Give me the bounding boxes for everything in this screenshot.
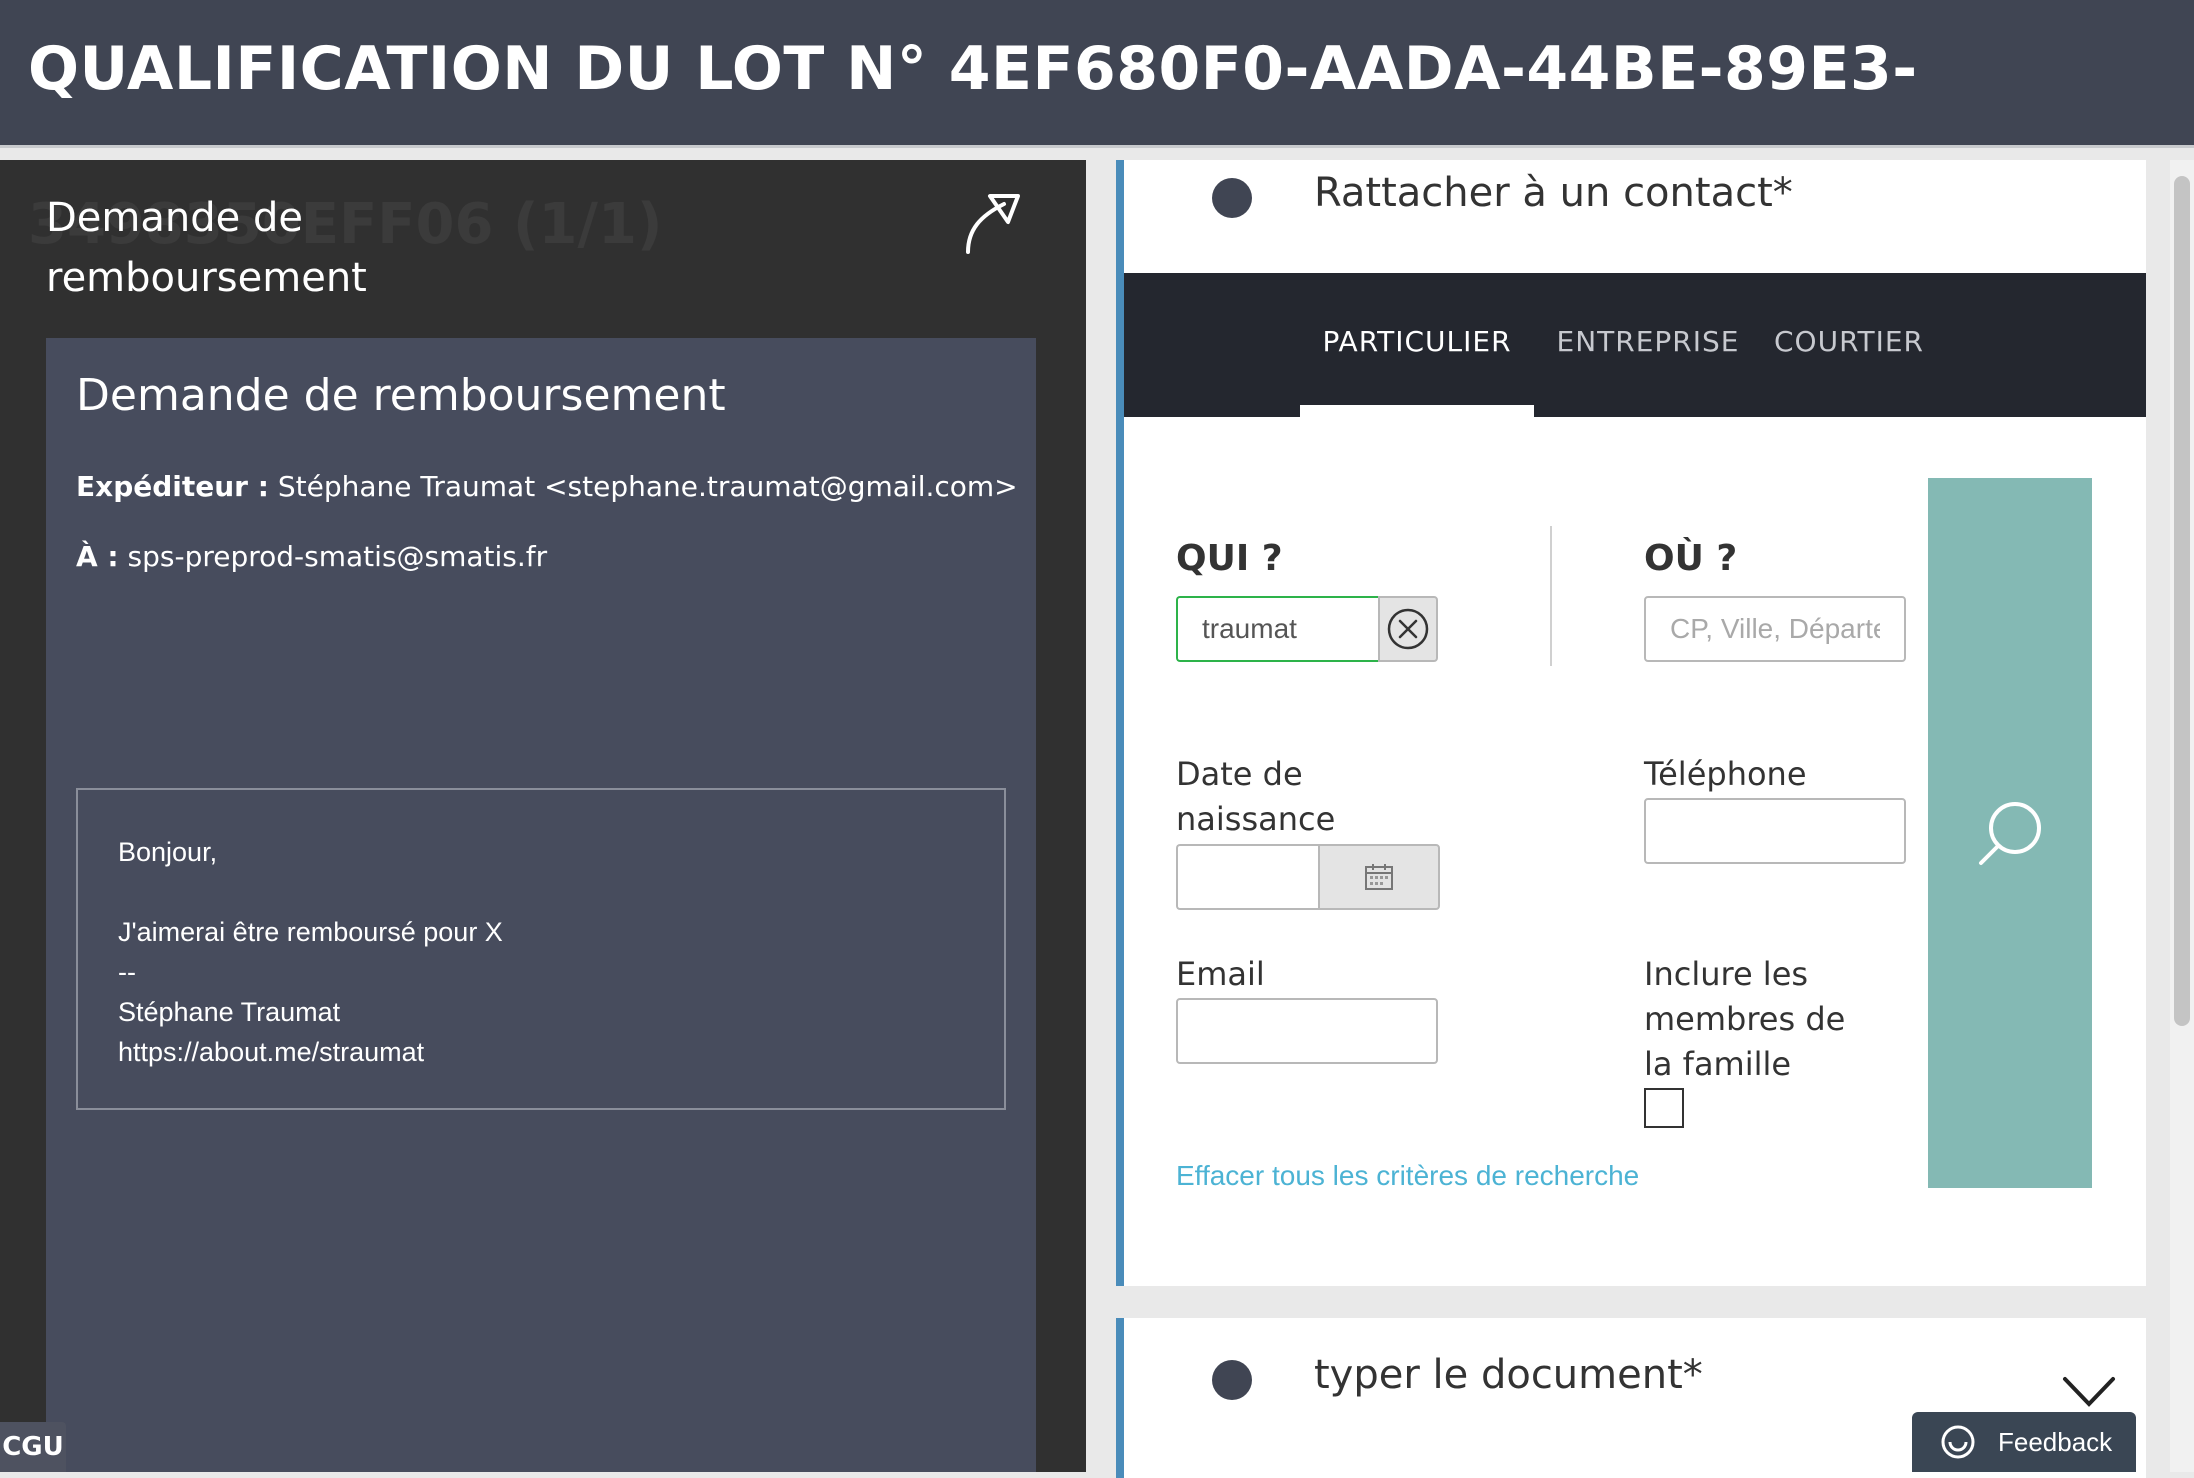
chevron-down-icon[interactable]: [2062, 1376, 2116, 1408]
birthdate-label-line: Date de: [1176, 755, 1303, 793]
contact-type-tabs: PARTICULIER ENTREPRISE COURTIER: [1124, 273, 2146, 417]
arrow-up-right-icon[interactable]: [962, 190, 1024, 256]
search-icon: [1979, 802, 2041, 865]
location-input[interactable]: [1644, 596, 1906, 662]
close-circle-icon: [1387, 608, 1429, 650]
tab-entreprise[interactable]: ENTREPRISE: [1548, 273, 1748, 417]
family-label: Inclure les membres de la famille: [1644, 952, 1845, 1087]
email-body-line: Stéphane Traumat: [118, 997, 341, 1027]
email-body-line: --: [118, 957, 136, 987]
step-indicator: [1212, 178, 1252, 218]
phone-input[interactable]: [1644, 798, 1906, 864]
email-body-line: [118, 872, 964, 912]
scrollbar-thumb[interactable]: [2174, 176, 2190, 1026]
cgu-link[interactable]: CGU: [0, 1422, 66, 1472]
page-title: QUALIFICATION DU LOT N° 4EF680F0-AADA-44…: [28, 34, 1918, 104]
email-label: Email: [1176, 955, 1265, 993]
sender-label: Expéditeur :: [76, 470, 269, 503]
sender-value: Stéphane Traumat <stephane.traumat@gmail…: [277, 470, 1018, 503]
document-title-line: Demande de: [46, 195, 303, 241]
email-body: Bonjour, J'aimerai être remboursé pour X…: [76, 788, 1006, 1110]
family-label-line: membres de: [1644, 1000, 1846, 1038]
email-recipient: À : sps-preprod-smatis@smatis.fr: [76, 540, 547, 573]
search-button[interactable]: [1928, 478, 2092, 1188]
email-subject: Demande de remboursement: [76, 370, 726, 421]
birthdate-input[interactable]: [1176, 844, 1318, 910]
step-indicator: [1212, 1360, 1252, 1400]
email-sender: Expéditeur : Stéphane Traumat <stephane.…: [76, 470, 1018, 503]
family-label-line: la famille: [1644, 1045, 1792, 1083]
calendar-icon: [1365, 864, 1393, 890]
page-header: QUALIFICATION DU LOT N° 4EF680F0-AADA-44…: [0, 0, 2194, 148]
clear-qui-button[interactable]: [1378, 596, 1438, 662]
feedback-label: Feedback: [1998, 1426, 2113, 1457]
email-body-line: J'aimerai être remboursé pour X: [118, 917, 503, 947]
phone-label: Téléphone: [1644, 755, 1807, 793]
birthdate-label-line: naissance: [1176, 800, 1336, 838]
tab-particulier[interactable]: PARTICULIER: [1300, 273, 1534, 417]
contact-step-title: Rattacher à un contact*: [1314, 170, 1793, 216]
email-body-line: Bonjour,: [118, 837, 218, 867]
feedback-button[interactable]: Feedback: [1912, 1412, 2136, 1472]
family-label-line: Inclure les: [1644, 955, 1809, 993]
email-body-line: https://about.me/straumat: [118, 1037, 425, 1067]
ou-label: OÙ ?: [1644, 538, 1738, 579]
recipient-value: sps-preprod-smatis@smatis.fr: [127, 540, 548, 573]
document-title-line: remboursement: [46, 255, 367, 301]
feedback-smile-icon: [1941, 1425, 1975, 1459]
page-scrollbar[interactable]: [2170, 160, 2194, 1472]
document-step-title: typer le document*: [1314, 1352, 1703, 1398]
contact-step-card: Rattacher à un contact* PARTICULIER ENTR…: [1116, 160, 2146, 1286]
recipient-label: À :: [76, 540, 119, 573]
email-preview: Demande de remboursement Expéditeur : St…: [46, 338, 1036, 1472]
tab-courtier[interactable]: COURTIER: [1764, 273, 1934, 417]
document-viewer-panel: 3498350EFF06 (1/1) Demande de remboursem…: [0, 160, 1086, 1472]
document-title: Demande de remboursement: [46, 188, 646, 308]
date-picker-button[interactable]: [1318, 844, 1440, 910]
qui-label: QUI ?: [1176, 538, 1283, 579]
qui-search-input[interactable]: [1176, 596, 1378, 662]
field-divider: [1550, 526, 1552, 666]
birthdate-label: Date de naissance: [1176, 752, 1335, 842]
email-input[interactable]: [1176, 998, 1438, 1064]
clear-criteria-link[interactable]: Effacer tous les critères de recherche: [1176, 1160, 1639, 1192]
include-family-checkbox[interactable]: [1644, 1088, 1684, 1128]
